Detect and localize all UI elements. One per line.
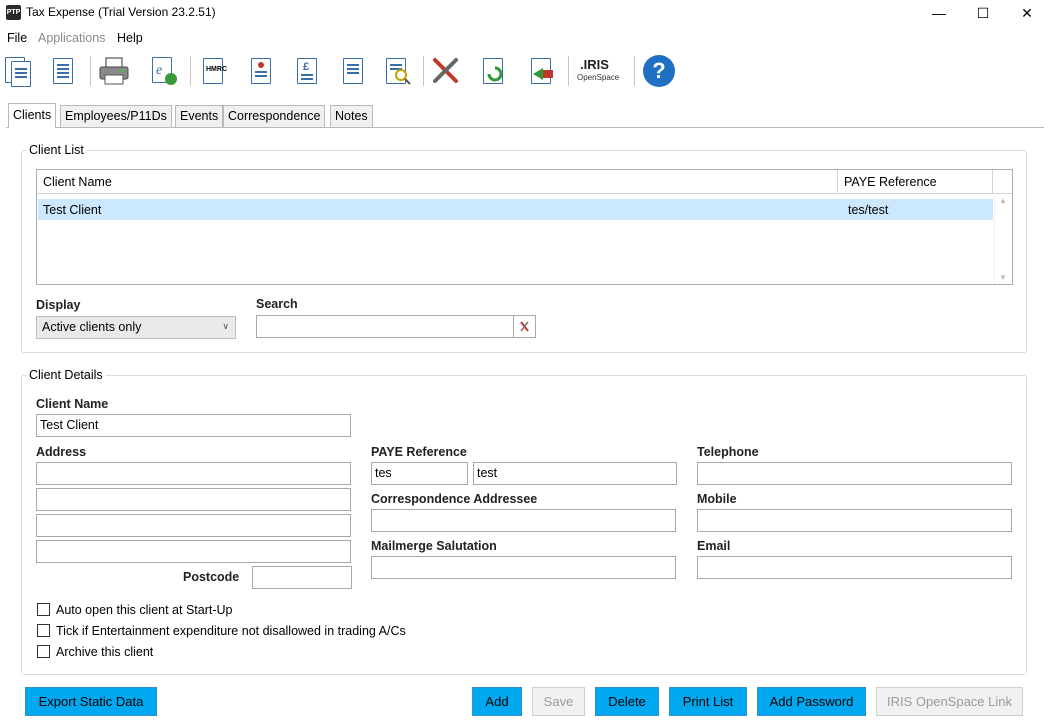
email-document-icon[interactable]: e: [147, 54, 181, 88]
maximize-button[interactable]: ☐: [960, 0, 1006, 26]
menu-file[interactable]: File: [7, 31, 27, 45]
iris-openspace-icon[interactable]: .IRIS OpenSpace: [574, 54, 626, 88]
paye-reference-label: PAYE Reference: [371, 445, 467, 459]
mobile-label: Mobile: [697, 492, 737, 506]
add-password-button[interactable]: Add Password: [757, 687, 866, 716]
app-icon: PTP: [6, 5, 21, 20]
client-name-input[interactable]: Test Client: [36, 414, 351, 437]
delete-button[interactable]: Delete: [595, 687, 659, 716]
iris-sub-text: OpenSpace: [577, 73, 620, 82]
paye-reference-input[interactable]: test: [473, 462, 677, 485]
telephone-label: Telephone: [697, 445, 759, 459]
export-document-icon[interactable]: [525, 54, 559, 88]
address-line-1-input[interactable]: [36, 462, 351, 485]
search-label: Search: [256, 297, 298, 311]
email-label: Email: [697, 539, 731, 553]
chevron-down-icon: ∨: [222, 321, 229, 331]
preview-icon[interactable]: [381, 54, 415, 88]
printer-icon[interactable]: [97, 54, 131, 88]
address-label: Address: [36, 445, 87, 459]
clear-search-icon: [520, 321, 529, 332]
postcode-label: Postcode: [183, 570, 240, 584]
table-row[interactable]: Test Client tes/test: [38, 199, 993, 220]
tab-employees-p11ds[interactable]: Employees/P11Ds: [60, 105, 172, 127]
pound-document-icon[interactable]: £: [290, 54, 324, 88]
address-line-4-input[interactable]: [36, 540, 351, 563]
address-line-3-input[interactable]: [36, 514, 351, 537]
salutation-label: Mailmerge Salutation: [371, 539, 497, 553]
entertainment-label[interactable]: Tick if Entertainment expenditure not di…: [56, 624, 406, 638]
window-title: Tax Expense (Trial Version 23.2.51): [26, 5, 216, 19]
list-scrollbar[interactable]: ▲ ▼: [994, 196, 1012, 284]
menu-bar: File Applications Help: [0, 29, 1048, 49]
tab-correspondence[interactable]: Correspondence: [223, 105, 326, 127]
tab-notes[interactable]: Notes: [330, 105, 373, 127]
paye-office-input[interactable]: tes: [371, 462, 468, 485]
print-list-button[interactable]: Print List: [669, 687, 747, 716]
help-glyph: ?: [643, 55, 675, 87]
title-bar: PTP Tax Expense (Trial Version 23.2.51) …: [0, 0, 1048, 26]
clear-search-button[interactable]: [513, 315, 536, 338]
toolbar: e HMRC £ .IRIS OpenSpace ?: [0, 50, 1048, 92]
display-label: Display: [36, 298, 81, 312]
export-static-data-button[interactable]: Export Static Data: [25, 687, 157, 716]
menu-applications[interactable]: Applications: [38, 31, 105, 45]
client-list-header: Client Name PAYE Reference: [37, 170, 1012, 194]
tab-clients[interactable]: Clients: [8, 103, 57, 128]
email-input[interactable]: [697, 556, 1012, 579]
hmrc-text: HMRC: [206, 66, 227, 73]
display-select-value: Active clients only: [42, 320, 142, 334]
tools-icon[interactable]: [429, 54, 463, 88]
mobile-input[interactable]: [697, 509, 1012, 532]
column-paye-reference[interactable]: PAYE Reference: [838, 170, 993, 194]
pound-text: £: [303, 61, 310, 73]
help-icon[interactable]: ?: [642, 54, 676, 88]
salutation-input[interactable]: [371, 556, 676, 579]
document-icon[interactable]: [46, 54, 80, 88]
form-icon[interactable]: [244, 54, 278, 88]
display-select[interactable]: Active clients only ∨: [36, 316, 236, 339]
client-list-title: Client List: [26, 143, 87, 157]
p11d-form-icon[interactable]: [336, 54, 370, 88]
client-list[interactable]: Client Name PAYE Reference Test Client t…: [36, 169, 1013, 285]
telephone-input[interactable]: [697, 462, 1012, 485]
client-name-label: Client Name: [36, 397, 109, 411]
tab-events[interactable]: Events: [175, 105, 224, 127]
addressee-input[interactable]: [371, 509, 676, 532]
search-input[interactable]: [256, 315, 514, 338]
row-paye-reference: tes/test: [848, 203, 889, 217]
entertainment-checkbox[interactable]: [37, 624, 50, 637]
client-details-title: Client Details: [26, 368, 106, 382]
iris-openspace-link-button[interactable]: IRIS OpenSpace Link: [876, 687, 1023, 716]
add-button[interactable]: Add: [472, 687, 522, 716]
clients-icon[interactable]: [2, 54, 36, 88]
hmrc-icon[interactable]: HMRC: [196, 54, 230, 88]
postcode-input[interactable]: [252, 566, 352, 589]
row-client-name: Test Client: [43, 203, 102, 217]
minimize-button[interactable]: —: [916, 0, 962, 26]
save-button[interactable]: Save: [532, 687, 585, 716]
archive-label[interactable]: Archive this client: [56, 645, 153, 659]
refresh-document-icon[interactable]: [477, 54, 511, 88]
menu-help[interactable]: Help: [117, 31, 143, 45]
scroll-up-icon[interactable]: ▲: [999, 196, 1007, 205]
close-button[interactable]: ✕: [1004, 0, 1048, 26]
addressee-label: Correspondence Addressee: [371, 492, 538, 506]
auto-open-checkbox[interactable]: [37, 603, 50, 616]
iris-brand-text: .IRIS: [580, 57, 609, 72]
column-client-name[interactable]: Client Name: [37, 170, 838, 194]
scroll-down-icon[interactable]: ▼: [999, 273, 1007, 282]
svg-text:e: e: [156, 63, 162, 78]
archive-checkbox[interactable]: [37, 645, 50, 658]
auto-open-label[interactable]: Auto open this client at Start-Up: [56, 603, 232, 617]
address-line-2-input[interactable]: [36, 488, 351, 511]
